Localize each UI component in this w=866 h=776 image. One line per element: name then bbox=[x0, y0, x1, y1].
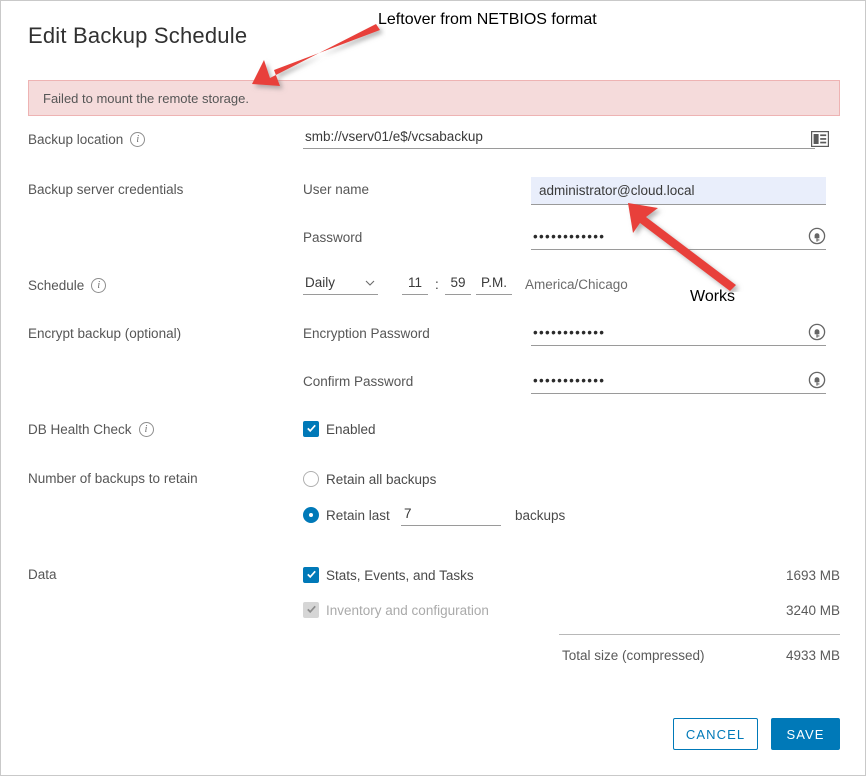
annotation-label-netbios: Leftover from NETBIOS format bbox=[378, 11, 597, 29]
data-stats-events-tasks-checkbox[interactable] bbox=[303, 567, 319, 583]
confirm-password-label: Confirm Password bbox=[303, 374, 413, 389]
schedule-label-text: Schedule bbox=[28, 278, 84, 293]
schedule-frequency-select[interactable]: Daily bbox=[303, 275, 378, 295]
edit-backup-schedule-dialog: Edit Backup Schedule Failed to mount the… bbox=[0, 0, 866, 776]
total-divider bbox=[559, 634, 840, 635]
username-input[interactable] bbox=[531, 177, 826, 205]
backups-suffix-label: backups bbox=[515, 508, 565, 523]
password-label: Password bbox=[303, 230, 362, 245]
data-section-label-text: Data bbox=[28, 567, 57, 582]
schedule-time-separator: : bbox=[435, 277, 439, 292]
schedule-timezone: America/Chicago bbox=[525, 277, 628, 292]
total-size-value: 4933 MB bbox=[750, 648, 840, 663]
data-inventory-configuration-label: Inventory and configuration bbox=[326, 603, 489, 618]
encryption-password-input[interactable]: •••••••••••• bbox=[531, 325, 826, 346]
data-stats-events-tasks-label: Stats, Events, and Tasks bbox=[326, 568, 474, 583]
contact-card-icon[interactable] bbox=[811, 131, 829, 147]
reveal-password-icon[interactable] bbox=[808, 371, 826, 389]
confirm-password-input[interactable]: •••••••••••• bbox=[531, 373, 826, 394]
save-button[interactable]: SAVE bbox=[771, 718, 840, 750]
retain-all-label: Retain all backups bbox=[326, 472, 436, 487]
backup-credentials-label-text: Backup server credentials bbox=[28, 182, 183, 197]
backup-location-label: Backup location i bbox=[28, 132, 145, 147]
info-icon[interactable]: i bbox=[130, 132, 145, 147]
db-health-check-label: DB Health Check i bbox=[28, 422, 154, 437]
backup-location-label-text: Backup location bbox=[28, 132, 123, 147]
db-health-check-label-text: DB Health Check bbox=[28, 422, 132, 437]
schedule-frequency-value: Daily bbox=[305, 275, 335, 290]
password-input[interactable]: •••••••••••• bbox=[531, 229, 826, 250]
retain-last-label: Retain last bbox=[326, 508, 390, 523]
data-stats-events-tasks-size: 1693 MB bbox=[750, 568, 840, 583]
annotation-label-works: Works bbox=[690, 288, 735, 306]
health-check-enabled-checkbox[interactable] bbox=[303, 421, 319, 437]
data-section-label: Data bbox=[28, 567, 57, 582]
total-size-label: Total size (compressed) bbox=[562, 648, 705, 663]
info-icon[interactable]: i bbox=[91, 278, 106, 293]
schedule-hour-input[interactable]: 11 bbox=[402, 275, 428, 295]
data-inventory-configuration-checkbox bbox=[303, 602, 319, 618]
page-title: Edit Backup Schedule bbox=[28, 23, 247, 49]
check-icon bbox=[307, 570, 316, 579]
schedule-meridiem-input[interactable]: P.M. bbox=[476, 275, 512, 295]
health-check-enabled-label: Enabled bbox=[326, 422, 376, 437]
retain-last-radio[interactable] bbox=[303, 507, 319, 523]
encrypt-backup-label-text: Encrypt backup (optional) bbox=[28, 326, 181, 341]
retain-all-radio[interactable] bbox=[303, 471, 319, 487]
error-banner: Failed to mount the remote storage. bbox=[28, 80, 840, 116]
backup-credentials-label: Backup server credentials bbox=[28, 182, 183, 197]
cancel-button[interactable]: CANCEL bbox=[673, 718, 758, 750]
backup-location-input[interactable] bbox=[303, 129, 815, 149]
retention-label: Number of backups to retain bbox=[28, 471, 198, 486]
data-inventory-configuration-size: 3240 MB bbox=[750, 603, 840, 618]
chevron-down-icon bbox=[365, 280, 375, 286]
schedule-label: Schedule i bbox=[28, 278, 106, 293]
check-icon bbox=[307, 605, 316, 614]
username-label: User name bbox=[303, 182, 369, 197]
encrypt-backup-label: Encrypt backup (optional) bbox=[28, 326, 181, 341]
encryption-password-label: Encryption Password bbox=[303, 326, 430, 341]
info-icon[interactable]: i bbox=[139, 422, 154, 437]
reveal-password-icon[interactable] bbox=[808, 227, 826, 245]
check-icon bbox=[307, 424, 316, 433]
error-message: Failed to mount the remote storage. bbox=[29, 91, 249, 106]
retention-label-text: Number of backups to retain bbox=[28, 471, 198, 486]
reveal-password-icon[interactable] bbox=[808, 323, 826, 341]
retain-last-count-input[interactable]: 7 bbox=[401, 506, 501, 526]
schedule-minute-input[interactable]: 59 bbox=[445, 275, 471, 295]
